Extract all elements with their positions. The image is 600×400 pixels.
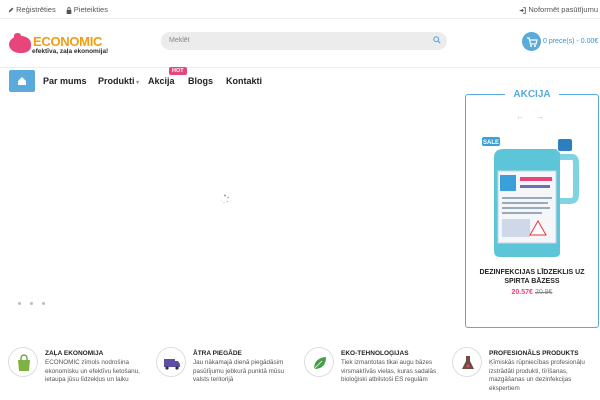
- eco-bag-icon: [8, 347, 38, 377]
- akcija-title: AKCIJA: [466, 89, 598, 100]
- home-icon: [18, 77, 26, 85]
- feature-title: EKO-TEHNOLOĢIJAS: [341, 350, 409, 357]
- cart-summary: 0 prece(s) - 0.00€: [543, 38, 599, 45]
- site-logo[interactable]: ECONOMIC efektīva, zaļa ekonomija!: [9, 33, 124, 59]
- top-bar: Reģistrēties Pieteikties Noformēt pasūtī…: [0, 0, 600, 19]
- flask-icon: [452, 347, 482, 377]
- feature-title: ZAĻA EKONOMIJA: [45, 350, 104, 357]
- login-link[interactable]: Pieteikties: [66, 5, 108, 14]
- pencil-icon: [8, 7, 14, 13]
- nav-blogs[interactable]: Blogs: [188, 76, 213, 86]
- loading-spinner-icon: [220, 194, 229, 204]
- product-name[interactable]: DEZINFEKCIJAS LĪDZEKLIS UZ SPIRTA BĀZESS: [466, 268, 598, 286]
- feature-desc: Jau nākamajā dienā piegādāsim pasūtījumu…: [193, 359, 285, 383]
- home-button[interactable]: [9, 70, 35, 92]
- register-link[interactable]: Reģistrēties: [8, 5, 56, 14]
- hero-slider: [0, 95, 455, 332]
- leaf-icon: [304, 347, 334, 377]
- login-label: Pieteikties: [73, 5, 108, 14]
- piggy-bank-icon: [9, 33, 31, 53]
- arrow-right-icon[interactable]: →: [536, 112, 544, 121]
- slider-dot[interactable]: [18, 302, 21, 305]
- nav-akcija[interactable]: Akcija: [148, 76, 175, 86]
- price-old: 20.9€: [534, 289, 553, 296]
- logo-tagline: efektīva, zaļa ekonomija!: [32, 48, 109, 55]
- feature-title: PROFESIONĀLS PRODUKTS: [489, 350, 579, 357]
- truck-icon: [156, 347, 186, 377]
- lock-icon: [66, 6, 72, 14]
- nav-produkti[interactable]: Produkti ▾: [98, 76, 139, 86]
- features-row: ZAĻA EKONOMIJA ECONOMIC zīmols nodrošina…: [0, 347, 600, 400]
- search-placeholder: Meklēt: [169, 37, 190, 44]
- akcija-panel: AKCIJA ← → SALE DEZINFEKCIJAS LĪDZEKLIS …: [465, 89, 599, 328]
- nav-par-mums[interactable]: Par mums: [43, 76, 87, 86]
- product-price: 20.57€ 20.9€: [466, 289, 598, 296]
- cart-button[interactable]: 0 prece(s) - 0.00€: [522, 32, 600, 52]
- slider-pagination: [18, 302, 45, 305]
- search-icon[interactable]: [433, 36, 441, 44]
- checkout-label: Noformēt pasūtījumu: [528, 5, 598, 14]
- chevron-down-icon: ▾: [134, 80, 140, 86]
- nav-produkti-label: Produkti: [98, 76, 135, 86]
- sign-in-icon: [519, 6, 527, 14]
- hot-badge: HOT: [169, 67, 187, 75]
- checkout-link[interactable]: Noformēt pasūtījumu: [519, 5, 598, 14]
- feature-desc: Tiek izmantotas tikai augu bāzes virsmak…: [341, 359, 437, 383]
- register-label: Reģistrēties: [16, 5, 56, 14]
- feature-desc: ECONOMIC zīmols nodrošina ekonomisku un …: [45, 359, 140, 383]
- nav-kontakti[interactable]: Kontakti: [226, 76, 262, 86]
- feature-title: ĀTRA PIEGĀDE: [193, 350, 242, 357]
- slider-dot[interactable]: [30, 302, 33, 305]
- sale-badge: SALE: [483, 140, 499, 146]
- product-image[interactable]: SALE: [480, 135, 588, 261]
- feature-desc: Ķīmiskās rūpniecības profesionāļu izstrā…: [489, 359, 585, 392]
- slider-dot[interactable]: [42, 302, 45, 305]
- cart-icon: [522, 32, 541, 51]
- logo-brand: ECONOMIC: [33, 34, 103, 49]
- price-new: 20.57€: [511, 289, 533, 296]
- arrow-left-icon[interactable]: ←: [516, 112, 524, 121]
- search-input[interactable]: Meklēt: [161, 32, 447, 50]
